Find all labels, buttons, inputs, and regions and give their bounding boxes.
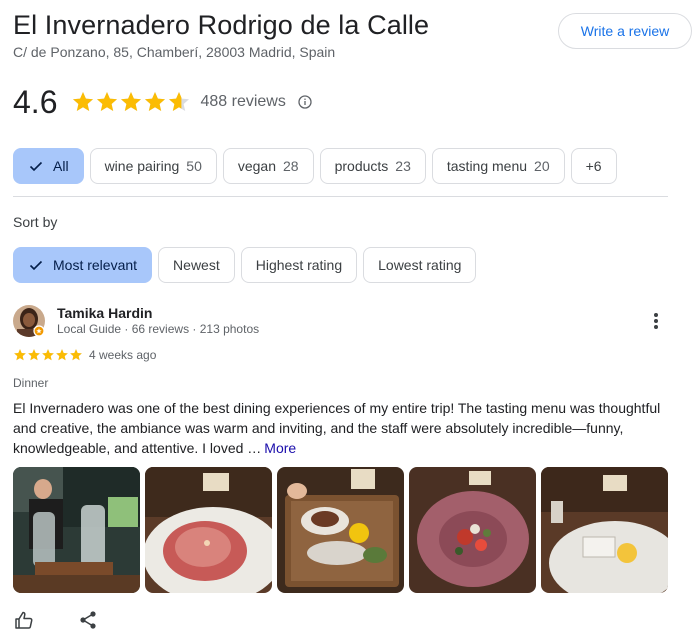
sort-highest-rating[interactable]: Highest rating [240, 247, 358, 283]
topic-chips: All wine pairing 50 vegan 28 products 23… [13, 148, 617, 184]
review-count[interactable]: 488 reviews [200, 93, 285, 111]
thumbs-up-icon[interactable] [14, 610, 34, 630]
review-body: El Invernadero was one of the best dinin… [13, 400, 661, 456]
star-icon [14, 349, 26, 361]
chip-count: 20 [534, 158, 550, 174]
review-photo[interactable] [13, 467, 140, 593]
sort-option-label: Most relevant [53, 257, 138, 273]
place-title: El Invernadero Rodrigo de la Calle [13, 10, 430, 40]
sort-lowest-rating[interactable]: Lowest rating [363, 247, 477, 283]
review-photo[interactable] [145, 467, 272, 593]
more-options-icon[interactable] [646, 311, 666, 331]
chip-label: +6 [585, 158, 602, 174]
review-photo[interactable] [409, 467, 536, 593]
chip-vegan[interactable]: vegan 28 [222, 148, 314, 184]
star-icon [28, 349, 40, 361]
review-date: 4 weeks ago [89, 348, 157, 362]
star-icon [145, 92, 166, 111]
rating-value: 4.6 [13, 83, 58, 120]
chip-label: vegan [237, 158, 277, 174]
rating-stars [71, 90, 191, 114]
star-icon [169, 92, 190, 111]
chip-all[interactable]: All [13, 148, 84, 184]
divider [13, 196, 668, 197]
star-icon [70, 349, 82, 361]
sort-option-label: Lowest rating [378, 257, 462, 273]
avatar[interactable] [13, 305, 45, 337]
meal-tag: Dinner [13, 376, 49, 390]
rating-summary: 4.6 488 reviews [13, 82, 312, 122]
more-link[interactable]: More [264, 440, 296, 456]
review-photo[interactable] [541, 467, 668, 593]
star-icon [97, 92, 118, 111]
chip-label: tasting menu [446, 158, 528, 174]
chip-products[interactable]: products 23 [319, 148, 426, 184]
chip-wine-pairing[interactable]: wine pairing 50 [89, 148, 217, 184]
place-address: C/ de Ponzano, 85, Chamberí, 28003 Madri… [13, 44, 336, 60]
chip-tasting-menu[interactable]: tasting menu 20 [431, 148, 565, 184]
chip-count: 28 [283, 158, 299, 174]
check-icon [29, 260, 43, 271]
write-review-button[interactable]: Write a review [558, 13, 692, 49]
sort-most-relevant[interactable]: Most relevant [13, 247, 153, 283]
check-icon [29, 161, 43, 172]
chip-label: wine pairing [104, 158, 180, 174]
reviewer-meta: Local Guide · 66 reviews · 213 photos [57, 322, 260, 336]
star-icon [56, 349, 68, 361]
star-icon [42, 349, 54, 361]
star-icon [121, 92, 142, 111]
chip-more-topics[interactable]: +6 [570, 148, 617, 184]
sort-label: Sort by [13, 214, 58, 230]
sort-option-label: Newest [173, 257, 220, 273]
sort-options: Most relevant Newest Highest rating Lowe… [13, 247, 477, 283]
star-icon [73, 92, 94, 111]
review-photo[interactable] [277, 467, 404, 593]
review-stars [13, 348, 83, 362]
sort-option-label: Highest rating [255, 257, 343, 273]
chip-count: 23 [395, 158, 411, 174]
chip-label: All [53, 158, 69, 174]
chip-count: 50 [186, 158, 202, 174]
review-text: El Invernadero was one of the best dinin… [13, 398, 673, 458]
info-icon[interactable] [298, 95, 312, 109]
share-icon[interactable] [78, 610, 98, 630]
reviewer-name[interactable]: Tamika Hardin [57, 305, 152, 321]
chip-label: products [334, 158, 389, 174]
review-photos [13, 467, 668, 593]
sort-newest[interactable]: Newest [158, 247, 235, 283]
